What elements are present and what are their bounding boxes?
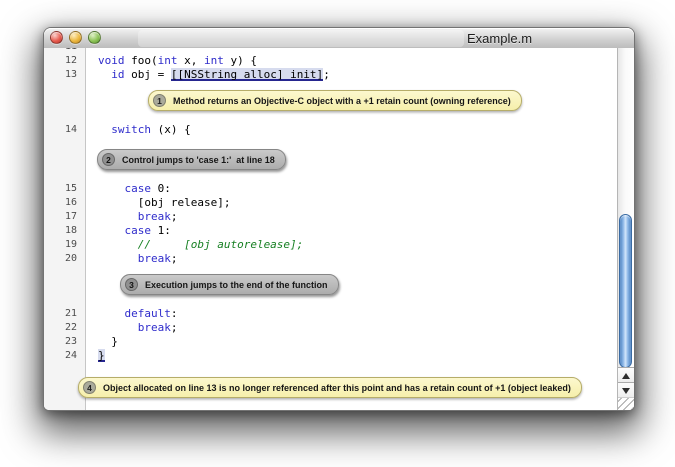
code-text: switch (x) { <box>86 123 191 137</box>
minimize-button[interactable] <box>69 31 82 44</box>
code-line: 12void foo(int x, int y) { <box>44 54 617 68</box>
window-title: Example.m <box>467 31 532 46</box>
line-number: 18 <box>44 224 86 238</box>
analyzer-bubble-3: 3 Execution jumps to the end of the funct… <box>120 274 339 295</box>
code-line: 21 default: <box>44 307 617 321</box>
triangle-down-icon <box>622 388 630 394</box>
code-text: case 1: <box>86 224 171 238</box>
titlebar[interactable]: Example.m <box>44 28 634 49</box>
code-text: case 0: <box>86 182 171 196</box>
code-line: 16 [obj release]; <box>44 196 617 210</box>
code-text: } <box>86 335 118 349</box>
window: Example.m 1112void foo(int x, int y) {13… <box>43 27 635 411</box>
code-line: 14 switch (x) { <box>44 123 617 137</box>
code-text: break; <box>86 252 178 266</box>
code-line: 19 // [obj autorelease]; <box>44 238 617 252</box>
code-line: 24} <box>44 349 617 363</box>
code-line: 23 } <box>44 335 617 349</box>
line-number: 17 <box>44 210 86 224</box>
analyzer-bubble-4: 4 Object allocated on line 13 is no longe… <box>78 377 582 398</box>
line-number: 23 <box>44 335 86 349</box>
line-number: 15 <box>44 182 86 196</box>
code-text: id obj = [[NSString alloc] init]; <box>86 68 330 82</box>
scroll-down-button[interactable] <box>618 382 634 398</box>
code-text: // [obj autorelease]; <box>86 238 303 252</box>
code-text: break; <box>86 321 178 335</box>
code-rows: 1112void foo(int x, int y) {13 id obj = … <box>44 48 617 398</box>
line-number: 13 <box>44 68 86 82</box>
line-number: 12 <box>44 54 86 68</box>
code-line: 17 break; <box>44 210 617 224</box>
code-text: [obj release]; <box>86 196 230 210</box>
triangle-up-icon <box>622 373 630 379</box>
analyzer-bubble-row: 1 Method returns an Objective-C object wi… <box>44 90 617 111</box>
traffic-lights <box>50 31 101 44</box>
analyzer-bubble-row: 2 Control jumps to 'case 1:' at line 18 <box>44 149 617 170</box>
bubble-text: Object allocated on line 13 is no longer… <box>103 383 571 393</box>
zoom-button[interactable] <box>88 31 101 44</box>
analyzer-bubble-row: 3 Execution jumps to the end of the funct… <box>44 274 617 295</box>
code-line: 22 break; <box>44 321 617 335</box>
bubble-step-badge: 4 <box>83 381 96 394</box>
line-number: 22 <box>44 321 86 335</box>
line-number: 21 <box>44 307 86 321</box>
code-line: 15 case 0: <box>44 182 617 196</box>
analyzer-bubble-row: 4 Object allocated on line 13 is no longe… <box>44 377 617 398</box>
analyzer-bubble-2: 2 Control jumps to 'case 1:' at line 18 <box>97 149 286 170</box>
code-text: break; <box>86 210 178 224</box>
bubble-text: Method returns an Objective-C object wit… <box>173 96 511 106</box>
line-number: 24 <box>44 349 86 363</box>
code-text: void foo(int x, int y) { <box>86 54 257 68</box>
scrollbar-thumb[interactable] <box>619 214 632 368</box>
code-line: 13 id obj = [[NSString alloc] init]; <box>44 68 617 82</box>
bubble-text: Control jumps to 'case 1:' at line 18 <box>122 155 275 165</box>
resize-grip-icon[interactable] <box>618 397 634 410</box>
scroll-up-button[interactable] <box>618 367 634 383</box>
editor-content[interactable]: 1112void foo(int x, int y) {13 id obj = … <box>44 48 634 410</box>
line-number: 14 <box>44 123 86 137</box>
bubble-text: Execution jumps to the end of the functi… <box>145 280 328 290</box>
analyzer-bubble-1: 1 Method returns an Objective-C object wi… <box>148 90 522 111</box>
line-number: 19 <box>44 238 86 252</box>
bubble-step-badge: 3 <box>125 278 138 291</box>
bubble-step-badge: 2 <box>102 153 115 166</box>
line-number: 20 <box>44 252 86 266</box>
code-text: } <box>86 349 105 363</box>
close-button[interactable] <box>50 31 63 44</box>
vertical-scrollbar[interactable] <box>617 48 634 410</box>
bubble-step-badge: 1 <box>153 94 166 107</box>
code-text: default: <box>86 307 177 321</box>
code-line: 20 break; <box>44 252 617 266</box>
titlebar-inset <box>138 30 464 47</box>
line-number: 16 <box>44 196 86 210</box>
code-line: 18 case 1: <box>44 224 617 238</box>
